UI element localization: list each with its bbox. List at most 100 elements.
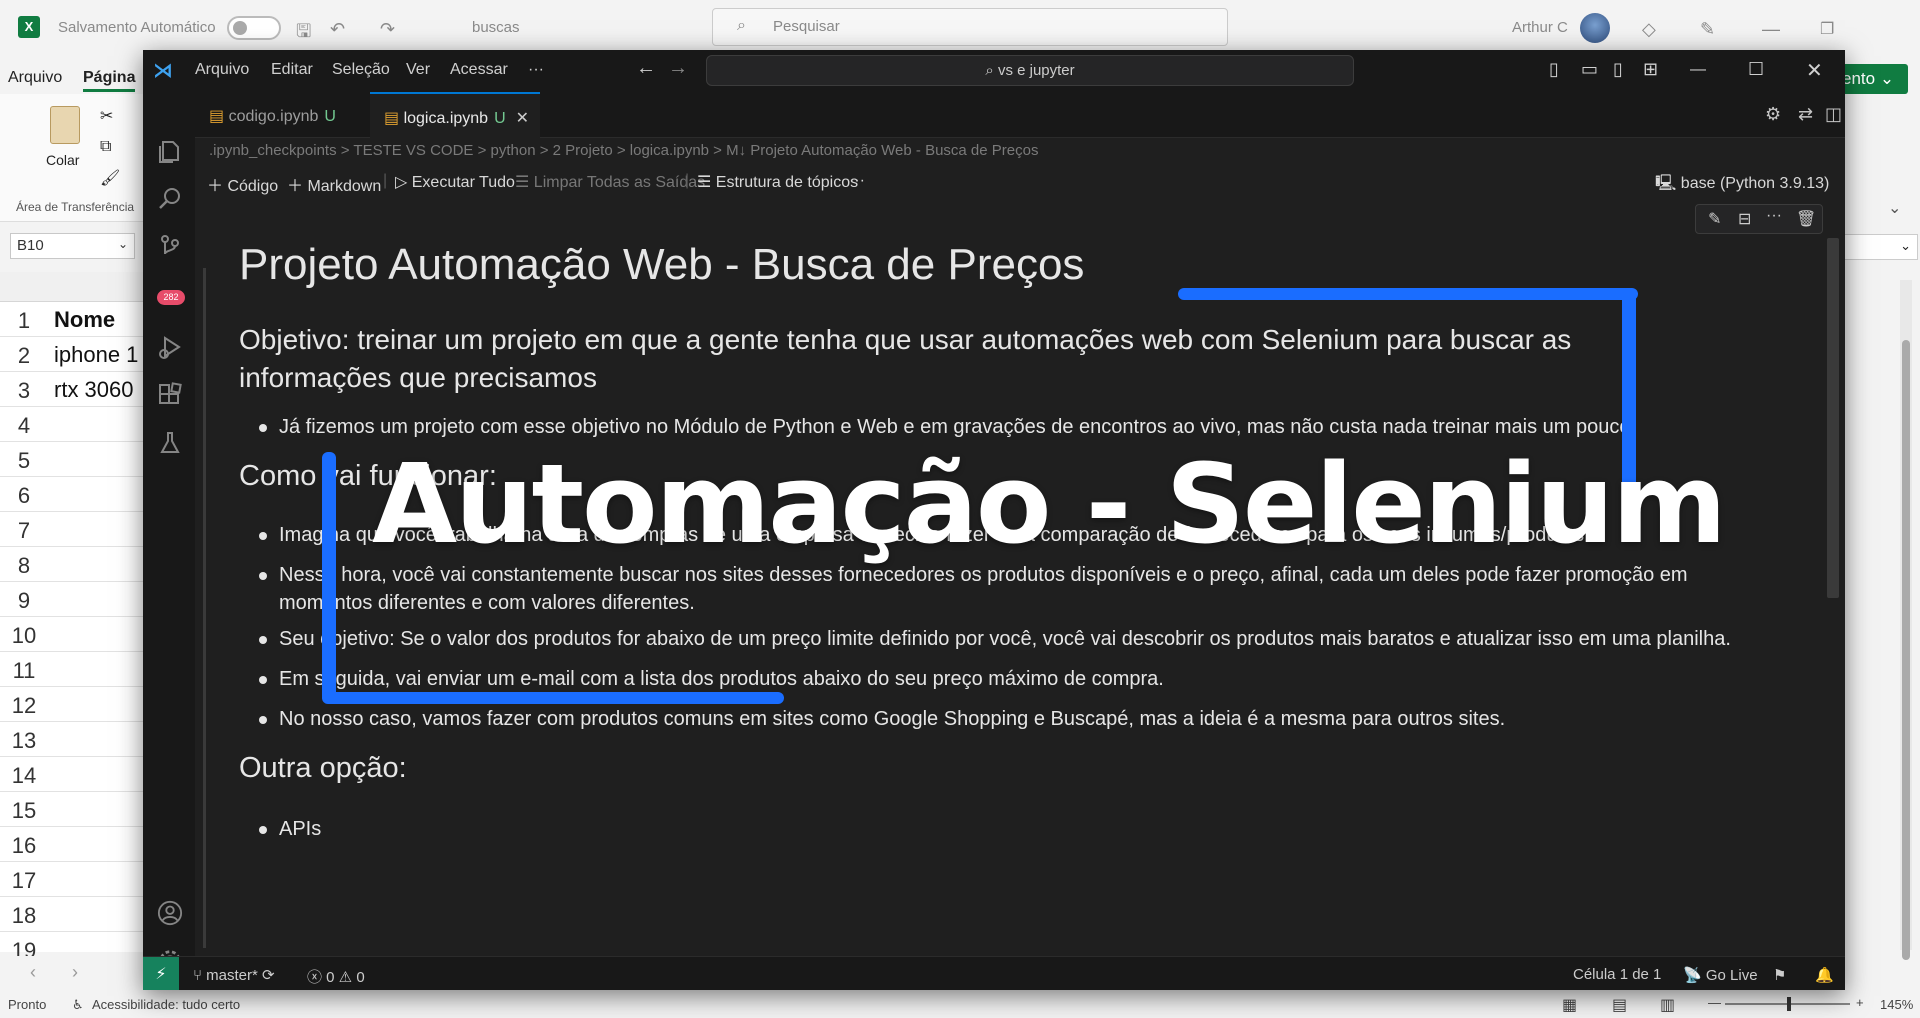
tab-codigo[interactable]: ▤ codigo.ipynb U — [195, 92, 369, 138]
row-number[interactable]: 6 — [0, 483, 48, 509]
feedback-icon[interactable]: ⚑ — [1773, 966, 1786, 984]
cell-a[interactable]: Nome — [54, 307, 145, 333]
zoom-slider[interactable] — [1725, 997, 1850, 1011]
row-number[interactable]: 1 — [0, 308, 48, 334]
close-icon[interactable]: ✕ — [516, 110, 529, 127]
minimize-icon[interactable]: — — [1690, 61, 1706, 79]
breadcrumb[interactable]: .ipynb_checkpoints > TESTE VS CODE > pyt… — [195, 138, 1845, 164]
filename-label[interactable]: buscas — [472, 19, 520, 36]
menu-acessar[interactable]: Acessar — [450, 61, 508, 79]
menu-ver[interactable]: Ver — [406, 61, 430, 79]
breadcrumb-path[interactable]: .ipynb_checkpoints > TESTE VS CODE > pyt… — [209, 142, 1038, 159]
customize-layout-icon[interactable]: ⊞ — [1643, 59, 1658, 80]
toolbar-more-icon[interactable]: ··· — [849, 172, 865, 190]
add-code-button[interactable]: ＋ Código — [207, 172, 278, 196]
menu-more[interactable]: ··· — [528, 61, 544, 79]
zoom-slider-thumb[interactable] — [1787, 997, 1791, 1011]
back-arrow-icon[interactable]: ← — [636, 57, 656, 80]
paste-label[interactable]: Colar — [46, 152, 79, 168]
testing-flask-icon[interactable] — [157, 430, 183, 456]
tab-logica[interactable]: ▤ logica.ipynb U ✕ — [370, 92, 540, 138]
row-number[interactable]: 14 — [0, 763, 48, 789]
kernel-picker[interactable]: 🖳 base (Python 3.9.13) — [1655, 172, 1829, 199]
menu-pagina[interactable]: Página — [83, 69, 136, 92]
editor-scrollbar[interactable] — [1827, 238, 1839, 598]
account-icon[interactable] — [157, 900, 183, 926]
restore-icon[interactable]: ❐ — [1820, 19, 1834, 39]
edit-cell-pencil-icon[interactable]: ✎ — [1708, 209, 1721, 229]
formula-bar-end[interactable]: ⌄ — [1838, 234, 1918, 260]
copy-icon[interactable]: ⧉ — [100, 138, 111, 156]
command-center[interactable]: ⌕ vs e jupyter — [706, 55, 1354, 86]
autosave-toggle[interactable] — [227, 16, 281, 40]
row-number[interactable]: 15 — [0, 798, 48, 824]
row-number[interactable]: 11 — [0, 658, 48, 684]
row-number[interactable]: 12 — [0, 693, 48, 719]
outline-button[interactable]: ☰ Estrutura de tópicos — [697, 172, 858, 192]
cell-a[interactable]: iphone 1 — [54, 342, 145, 368]
row-number[interactable]: 18 — [0, 903, 48, 929]
search-icon[interactable] — [157, 186, 183, 212]
paste-icon[interactable] — [50, 106, 80, 144]
source-control-icon[interactable] — [157, 235, 183, 262]
zoom-out-icon[interactable]: — — [1708, 995, 1721, 1010]
share-button[interactable]: ento ⌄ — [1838, 64, 1908, 94]
pen-icon[interactable]: ✎ — [1700, 19, 1715, 40]
notifications-bell-icon[interactable]: 🔔 — [1815, 966, 1834, 984]
add-markdown-button[interactable]: ＋ Markdown — [287, 172, 381, 196]
remote-indicator-icon[interactable]: ⚡ — [143, 957, 179, 990]
row-number[interactable]: 9 — [0, 588, 48, 614]
page-break-icon[interactable]: ▥ — [1660, 995, 1675, 1015]
row-number[interactable]: 3 — [0, 378, 48, 404]
minimize-icon[interactable]: — — [1762, 19, 1780, 40]
cell-position[interactable]: Célula 1 de 1 — [1573, 966, 1661, 983]
go-live-button[interactable]: 📡 Go Live — [1683, 966, 1758, 984]
split-cell-icon[interactable]: ⊟ — [1738, 209, 1751, 229]
next-sheet-icon[interactable]: › — [72, 962, 78, 983]
excel-search-box[interactable]: ⌕ Pesquisar — [712, 8, 1228, 46]
normal-view-icon[interactable]: ▦ — [1562, 995, 1577, 1015]
cut-icon[interactable]: ✂ — [100, 106, 113, 126]
forward-arrow-icon[interactable]: → — [668, 57, 688, 80]
problems-indicator[interactable]: ⓧ 0 ⚠ 0 — [307, 966, 365, 987]
run-debug-icon[interactable] — [157, 334, 183, 360]
split-editor-icon[interactable]: ◫ — [1825, 104, 1842, 125]
prev-sheet-icon[interactable]: ‹ — [30, 962, 36, 983]
name-box[interactable]: B10 ⌄ — [10, 233, 135, 259]
redo-icon[interactable]: ↷ — [380, 19, 395, 40]
maximize-icon[interactable]: ☐ — [1748, 59, 1764, 80]
vertical-scrollbar[interactable] — [1900, 280, 1912, 960]
toggle-secondary-sidebar-icon[interactable]: ▯ — [1613, 59, 1623, 80]
toggle-panel-icon[interactable]: ▭ — [1581, 59, 1598, 80]
toggle-sidebar-icon[interactable]: ▯ — [1549, 59, 1559, 80]
row-number[interactable]: 16 — [0, 833, 48, 859]
extensions-icon[interactable] — [157, 382, 183, 408]
row-number[interactable]: 2 — [0, 343, 48, 369]
row-number[interactable]: 5 — [0, 448, 48, 474]
row-number[interactable]: 13 — [0, 728, 48, 754]
row-number[interactable]: 10 — [0, 623, 48, 649]
menu-arquivo[interactable]: Arquivo — [195, 61, 249, 79]
menu-arquivo[interactable]: Arquivo — [8, 69, 62, 87]
run-all-button[interactable]: ▷ Executar Tudo — [395, 172, 515, 192]
cell-more-icon[interactable]: ··· — [1766, 207, 1782, 225]
ribbon-collapse-icon[interactable]: ⌄ — [1888, 198, 1901, 218]
menu-editar[interactable]: Editar — [271, 61, 313, 79]
cell-a[interactable]: rtx 3060 — [54, 377, 145, 403]
clear-outputs-button[interactable]: ☰ Limpar Todas as Saídas — [515, 172, 705, 192]
status-accessibility[interactable]: Acessibilidade: tudo certo — [92, 997, 240, 1012]
save-icon[interactable]: 🖫 — [296, 19, 311, 49]
zoom-in-icon[interactable]: + — [1856, 995, 1864, 1010]
compare-changes-icon[interactable]: ⇄ — [1798, 104, 1813, 125]
avatar[interactable] — [1580, 13, 1610, 43]
menu-selecao[interactable]: Seleção — [332, 61, 390, 79]
branch-indicator[interactable]: ⑂ master* ⟳ — [193, 966, 275, 984]
user-name[interactable]: Arthur C — [1512, 19, 1568, 36]
row-number[interactable]: 7 — [0, 518, 48, 544]
close-icon[interactable]: ✕ — [1806, 58, 1823, 83]
page-layout-icon[interactable]: ▤ — [1612, 995, 1627, 1015]
explorer-icon[interactable] — [157, 138, 183, 164]
row-number[interactable]: 8 — [0, 553, 48, 579]
undo-icon[interactable]: ↶ — [330, 19, 345, 40]
row-number[interactable]: 4 — [0, 413, 48, 439]
